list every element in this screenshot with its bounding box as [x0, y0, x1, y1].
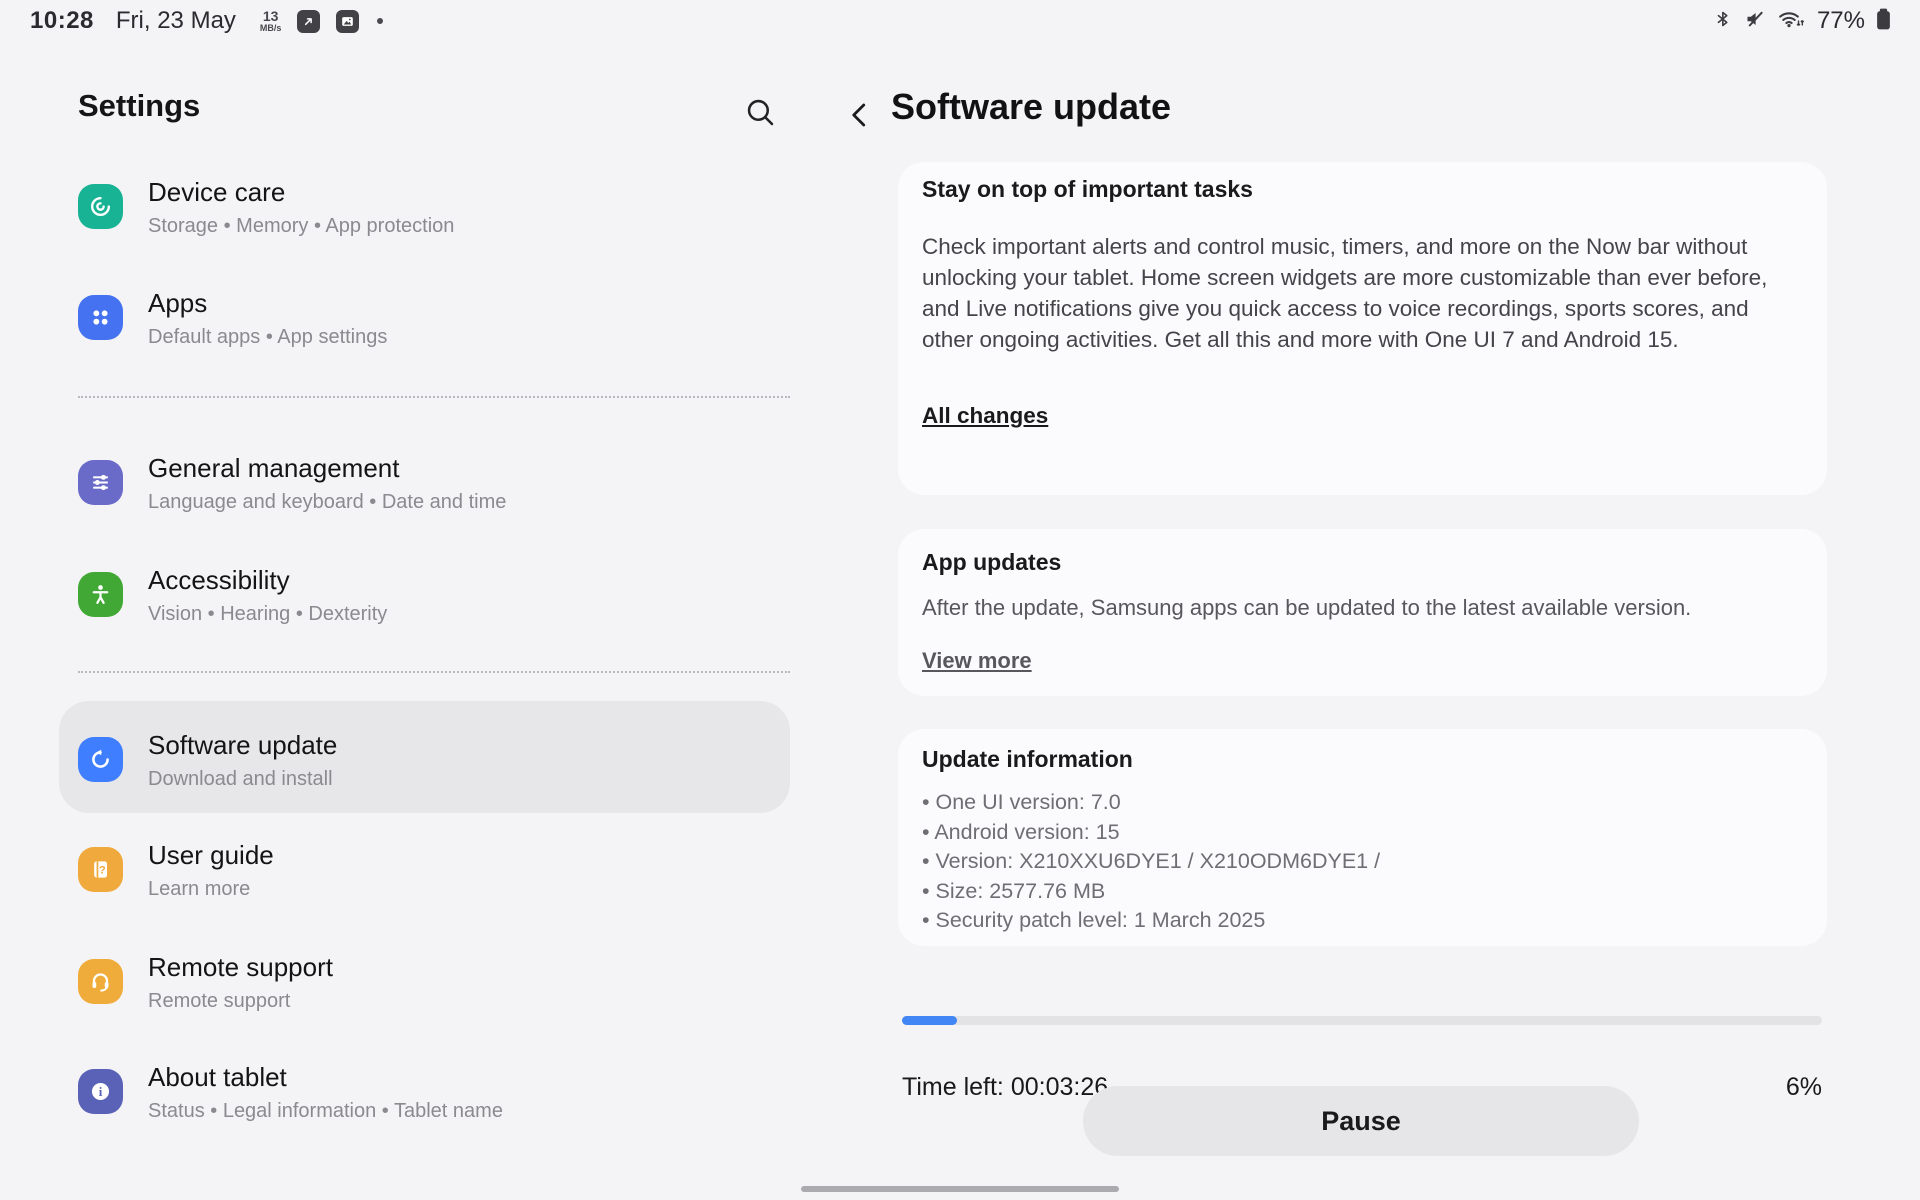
list-item: • Version: X210XXU6DYE1 / X210ODM6DYE1 /: [922, 847, 1803, 877]
call-notification-icon: [297, 10, 320, 33]
sidebar-item-accessibility[interactable]: Accessibility Vision • Hearing • Dexteri…: [78, 564, 778, 626]
software-update-icon: [78, 737, 123, 782]
general-management-icon: [78, 460, 123, 505]
download-progress-bar: [902, 1016, 1822, 1025]
search-button[interactable]: [742, 94, 778, 130]
item-label: General management: [148, 452, 506, 484]
apps-icon: [78, 295, 123, 340]
sidebar-divider: [78, 396, 790, 398]
all-changes-link[interactable]: All changes: [922, 403, 1048, 429]
item-sublabel: Storage • Memory • App protection: [148, 214, 454, 238]
battery-percent: 77%: [1817, 7, 1865, 35]
card-heading: App updates: [922, 549, 1803, 576]
sidebar-divider: [78, 671, 790, 673]
back-chevron-icon: [845, 98, 875, 132]
page-title: Software update: [891, 86, 1171, 128]
sidebar-item-user-guide[interactable]: ? User guide Learn more: [78, 839, 778, 901]
battery-icon: [1875, 6, 1892, 37]
item-label: User guide: [148, 839, 274, 871]
gallery-notification-icon: [336, 10, 359, 33]
item-label: Device care: [148, 176, 454, 208]
sidebar-item-apps[interactable]: Apps Default apps • App settings: [78, 287, 778, 349]
svg-text:?: ?: [99, 864, 106, 876]
search-icon: [744, 96, 776, 128]
item-sublabel: Remote support: [148, 989, 333, 1013]
update-info-list: • One UI version: 7.0 • Android version:…: [922, 788, 1803, 936]
item-label: Accessibility: [148, 564, 387, 596]
status-bar: 10:28 Fri, 23 May 13 MB/s 77%: [0, 0, 1920, 42]
wifi-icon: [1777, 7, 1805, 36]
network-speed-indicator: 13 MB/s: [260, 9, 282, 33]
sidebar-item-remote-support[interactable]: Remote support Remote support: [78, 951, 778, 1013]
item-label: Apps: [148, 287, 387, 319]
item-sublabel: Download and install: [148, 767, 337, 791]
update-information-card: Update information • One UI version: 7.0…: [898, 729, 1827, 946]
sidebar-item-device-care[interactable]: Device care Storage • Memory • App prote…: [78, 176, 778, 238]
card-body: Check important alerts and control music…: [922, 231, 1803, 355]
view-more-link[interactable]: View more: [922, 648, 1032, 674]
notification-dot-icon: [377, 18, 383, 24]
download-progress-fill: [902, 1016, 957, 1025]
user-guide-icon: ?: [78, 847, 123, 892]
item-label: About tablet: [148, 1061, 503, 1093]
back-button[interactable]: [843, 97, 877, 133]
clock: 10:28: [30, 7, 94, 35]
item-sublabel: Language and keyboard • Date and time: [148, 490, 506, 514]
app-updates-card: App updates After the update, Samsung ap…: [898, 529, 1827, 696]
item-sublabel: Learn more: [148, 877, 274, 901]
card-heading: Update information: [922, 746, 1803, 773]
item-sublabel: Default apps • App settings: [148, 325, 387, 349]
item-sublabel: Status • Legal information • Tablet name: [148, 1099, 503, 1123]
list-item: • Android version: 15: [922, 818, 1803, 848]
date: Fri, 23 May: [116, 7, 236, 35]
list-item: • Security patch level: 1 March 2025: [922, 906, 1803, 936]
time-left-label: Time left: 00:03:26: [902, 1073, 1108, 1102]
sidebar-item-software-update[interactable]: Software update Download and install: [78, 729, 778, 791]
list-item: • Size: 2577.76 MB: [922, 877, 1803, 907]
settings-title: Settings: [78, 88, 200, 124]
item-label: Software update: [148, 729, 337, 761]
item-sublabel: Vision • Hearing • Dexterity: [148, 602, 387, 626]
about-tablet-icon: i: [78, 1069, 123, 1114]
accessibility-icon: [78, 572, 123, 617]
device-care-icon: [78, 184, 123, 229]
whats-new-card: Stay on top of important tasks Check imp…: [898, 162, 1827, 495]
scroll-handle[interactable]: [801, 1186, 1119, 1192]
svg-text:i: i: [99, 1084, 103, 1099]
sidebar-item-general-management[interactable]: General management Language and keyboard…: [78, 452, 778, 514]
card-body: After the update, Samsung apps can be up…: [922, 595, 1803, 621]
sound-muted-icon: [1743, 7, 1767, 36]
bluetooth-icon: [1713, 7, 1733, 36]
sidebar-item-about-tablet[interactable]: i About tablet Status • Legal informatio…: [78, 1061, 778, 1123]
list-item: • One UI version: 7.0: [922, 788, 1803, 818]
progress-percent-label: 6%: [1786, 1073, 1822, 1102]
pause-button[interactable]: Pause: [1083, 1086, 1639, 1156]
item-label: Remote support: [148, 951, 333, 983]
card-heading: Stay on top of important tasks: [922, 176, 1803, 203]
remote-support-icon: [78, 959, 123, 1004]
